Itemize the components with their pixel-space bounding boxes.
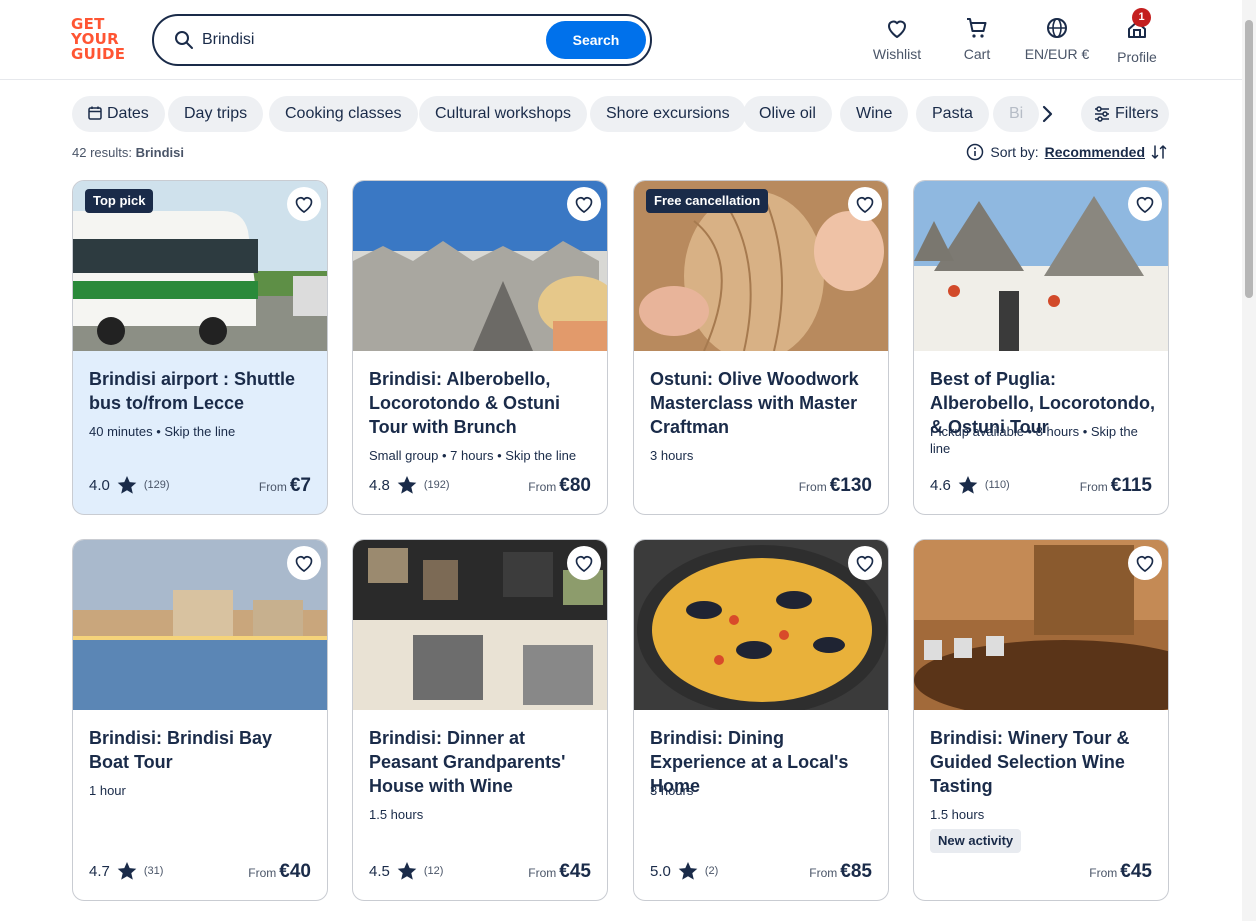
- chevron-right-icon[interactable]: [1037, 104, 1057, 124]
- activity-title: Brindisi: Dinner at Peasant Grandparents…: [369, 728, 566, 796]
- activity-card[interactable]: Brindisi: Winery Tour & Guided Selection…: [913, 539, 1169, 901]
- search-bar: Search: [152, 14, 652, 66]
- chip-wine[interactable]: Wine: [840, 96, 909, 132]
- rating: 4.7 (31): [89, 862, 164, 880]
- filter-chips: Dates Day trips Cooking classes Cultural…: [72, 96, 1072, 132]
- heart-icon: [856, 197, 874, 213]
- wishlist-button[interactable]: [287, 187, 321, 221]
- price: From €7: [258, 475, 311, 496]
- activity-card[interactable]: Brindisi: Dinner at Peasant Grandparents…: [352, 539, 608, 901]
- activity-card[interactable]: Top pick Brindisi airport : Shuttle bus …: [72, 180, 328, 515]
- search-icon: [175, 31, 193, 49]
- globe-icon: [1047, 18, 1067, 38]
- star-icon: [117, 476, 137, 494]
- notification-badge: 1: [1132, 8, 1151, 27]
- wishlist-button[interactable]: [848, 546, 882, 580]
- chip-day-trips[interactable]: Day trips: [168, 96, 264, 132]
- heart-icon: [856, 556, 874, 572]
- price: From €40: [248, 861, 311, 882]
- chip-cultural-workshops[interactable]: Cultural workshops: [419, 96, 588, 132]
- sort-arrows-icon[interactable]: [1151, 144, 1167, 160]
- activity-meta: 3 hours: [650, 783, 694, 798]
- star-icon: [958, 476, 978, 494]
- heart-icon: [888, 20, 906, 38]
- price: From €85: [809, 861, 872, 882]
- filters-button[interactable]: Filters: [1081, 96, 1169, 132]
- chip-olive-oil[interactable]: Olive oil: [743, 96, 832, 132]
- profile-nav[interactable]: 1 Profile: [1115, 8, 1159, 66]
- wishlist-button[interactable]: [287, 546, 321, 580]
- sort-value[interactable]: Recommended: [1045, 144, 1145, 160]
- scrollbar[interactable]: [1242, 0, 1256, 921]
- activity-title: Brindisi: Winery Tour & Guided Selection…: [930, 728, 1130, 796]
- rating: 4.0 (129): [89, 476, 170, 494]
- info-icon[interactable]: [966, 143, 984, 161]
- sort-control[interactable]: Sort by: Recommended: [966, 143, 1167, 161]
- activity-meta: Small group • 7 hours • Skip the line: [369, 448, 577, 463]
- activity-title: Brindisi: Brindisi Bay Boat Tour: [89, 728, 273, 772]
- activity-card[interactable]: Brindisi: Alberobello, Locorotondo & Ost…: [352, 180, 608, 515]
- heart-icon: [295, 556, 313, 572]
- activity-meta: Pickup available • 8 hours • Skip the li…: [930, 424, 1138, 456]
- activity-title: Brindisi airport : Shuttle bus to/from L…: [89, 369, 296, 413]
- wishlist-button[interactable]: [567, 546, 601, 580]
- rating: 4.6 (110): [930, 476, 1010, 494]
- heart-icon: [1136, 197, 1154, 213]
- top-header: GET YOUR GUIDE Search Wishlist Cart EN/E…: [0, 0, 1256, 80]
- search-input[interactable]: [202, 26, 582, 54]
- chip-pasta[interactable]: Pasta: [916, 96, 989, 132]
- price: From €80: [528, 475, 591, 496]
- wishlist-nav[interactable]: Wishlist: [872, 16, 922, 66]
- activity-card[interactable]: Brindisi: Brindisi Bay Boat Tour 1 hour …: [72, 539, 328, 901]
- wishlist-button[interactable]: [848, 187, 882, 221]
- chip-shore-excursions[interactable]: Shore excursions: [590, 96, 746, 132]
- rating: 5.0 (2): [650, 862, 719, 880]
- language-currency-nav[interactable]: EN/EUR €: [1022, 16, 1092, 66]
- activity-meta: 1 hour: [89, 783, 126, 798]
- results-count: 42 results: Brindisi: [72, 145, 185, 160]
- activity-title: Brindisi: Alberobello, Locorotondo & Ost…: [369, 369, 560, 437]
- wishlist-button[interactable]: [1128, 187, 1162, 221]
- heart-icon: [575, 197, 593, 213]
- heart-icon: [295, 197, 313, 213]
- heart-icon: [1136, 556, 1154, 572]
- scrollbar-thumb[interactable]: [1245, 20, 1253, 298]
- heart-icon: [575, 556, 593, 572]
- activity-meta: 1.5 hours: [369, 807, 424, 822]
- top-pick-badge: Top pick: [85, 189, 154, 213]
- cart-icon: [967, 18, 987, 38]
- rating: 4.5 (12): [369, 862, 444, 880]
- price: From €130: [798, 475, 872, 496]
- calendar-icon: [88, 106, 102, 120]
- free-cancellation-badge: Free cancellation: [646, 189, 769, 213]
- wishlist-button[interactable]: [567, 187, 601, 221]
- cart-nav[interactable]: Cart: [957, 16, 997, 66]
- new-activity-badge: New activity: [930, 829, 1022, 853]
- search-button[interactable]: Search: [546, 21, 646, 59]
- star-icon: [678, 862, 698, 880]
- price: From €45: [1089, 861, 1152, 882]
- price: From €45: [528, 861, 591, 882]
- star-icon: [397, 862, 417, 880]
- getyourguide-logo[interactable]: GET YOUR GUIDE: [71, 17, 129, 63]
- activity-meta: 3 hours: [650, 448, 694, 463]
- activity-title: Ostuni: Olive Woodwork Masterclass with …: [650, 369, 859, 437]
- rating: 4.8 (192): [369, 476, 450, 494]
- activity-meta: 40 minutes • Skip the line: [89, 424, 236, 439]
- activity-meta: 1.5 hours: [930, 807, 985, 822]
- star-icon: [117, 862, 137, 880]
- star-icon: [397, 476, 417, 494]
- activity-card[interactable]: Best of Puglia: Alberobello, Locorotondo…: [913, 180, 1169, 515]
- sliders-icon: [1095, 106, 1109, 122]
- activity-card[interactable]: Free cancellation Ostuni: Olive Woodwork…: [633, 180, 889, 515]
- chip-cooking-classes[interactable]: Cooking classes: [269, 96, 418, 132]
- chip-dates[interactable]: Dates: [72, 96, 165, 132]
- price: From €115: [1079, 475, 1152, 496]
- activity-card[interactable]: Brindisi: Dining Experience at a Local's…: [633, 539, 889, 901]
- wishlist-button[interactable]: [1128, 546, 1162, 580]
- chip-partial[interactable]: Bi: [993, 96, 1040, 132]
